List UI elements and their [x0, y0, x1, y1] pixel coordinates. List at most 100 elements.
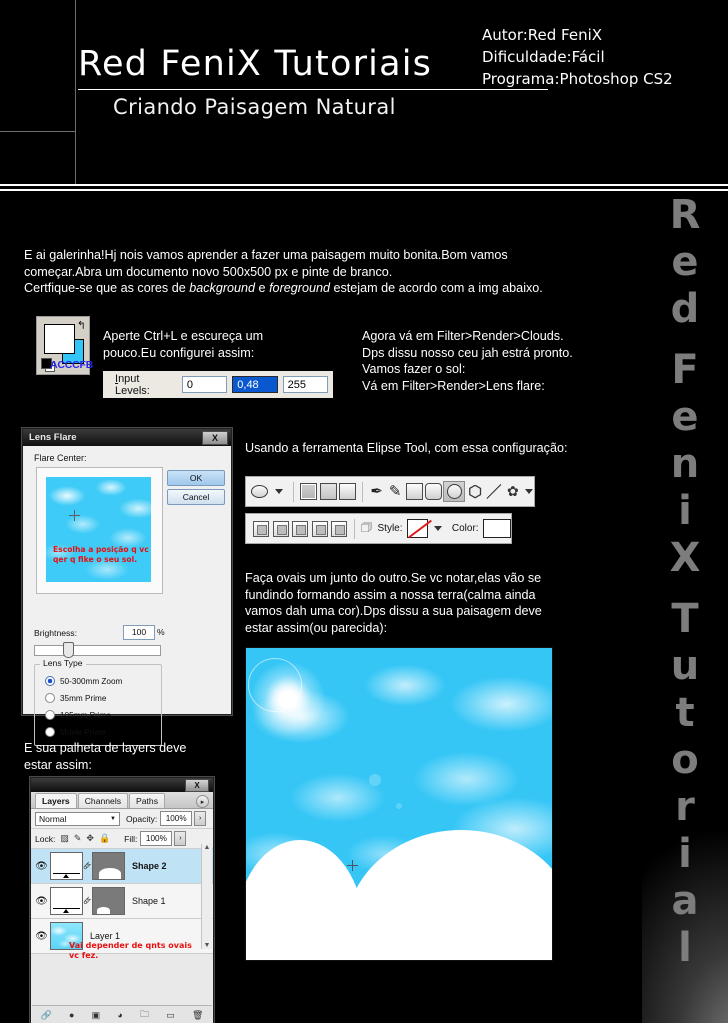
subtract-from-shape-button[interactable] [290, 514, 309, 543]
sidebar-letter-1: e [671, 239, 699, 285]
chevron-down-icon[interactable] [275, 489, 284, 494]
input-levels-label: Input Levels: [115, 373, 175, 397]
vector-mask-thumbnail[interactable] [92, 887, 125, 915]
clouds-line-3: Vamos fazer o sol: [362, 362, 466, 376]
lock-all-icon[interactable]: 🔒 [99, 833, 110, 844]
lock-transparent-pixels-icon[interactable]: ▨ [60, 833, 69, 844]
layer-style-fx-icon[interactable]: ● [69, 1010, 74, 1020]
intro-line-3: Certfique-se que as cores de background … [24, 280, 614, 297]
opacity-stepper[interactable]: › [194, 811, 207, 826]
layers-scrollbar[interactable]: ▲ ▼ [201, 844, 212, 949]
color-swatch-widget[interactable]: ↰ ACCCFB [36, 316, 93, 375]
palette-menu-icon[interactable]: ▸ [196, 795, 209, 808]
link-layers-icon[interactable]: 🔗 [41, 1010, 52, 1021]
custom-shape-tool-button[interactable]: ✿ [502, 477, 523, 506]
add-to-shape-button[interactable] [271, 514, 290, 543]
color-swatch-button[interactable] [482, 519, 511, 538]
line-tool-button[interactable] [485, 477, 503, 506]
shape-tool-preset-picker[interactable] [246, 477, 288, 506]
intersect-shape-button[interactable] [310, 514, 329, 543]
new-group-icon[interactable]: 🗀 [140, 1007, 149, 1023]
layer-thumbnail[interactable] [50, 852, 83, 880]
flare-center-frame[interactable]: Escolha a posição q vc qer q fike o seu … [36, 467, 163, 594]
radio-icon[interactable] [45, 727, 55, 737]
rounded-rect-tool-button[interactable] [424, 477, 443, 506]
lens-type-option-0[interactable]: 50-300mm Zoom [45, 676, 122, 686]
page-subtitle: Criando Paisagem Natural [113, 95, 396, 119]
pen-tool-button[interactable]: ✒ [368, 477, 386, 506]
eye-visibility-icon[interactable]: 👁 [33, 896, 50, 907]
adjustment-layer-icon[interactable]: ◕ [117, 1010, 122, 1020]
fill-pixels-icon [338, 483, 356, 500]
layer-link-icon[interactable]: 🜸 [83, 892, 92, 910]
radio-icon[interactable] [45, 710, 55, 720]
lock-position-icon[interactable]: ✥ [86, 833, 94, 844]
layer-style-button[interactable]: 🗇 [359, 514, 373, 543]
style-chevron-icon[interactable] [433, 526, 442, 531]
brightness-input[interactable]: 100 [123, 625, 155, 640]
lens-type-option-2[interactable]: 105mm Prime [45, 710, 111, 720]
shape-layer-button[interactable] [299, 477, 318, 506]
layer-row[interactable]: 👁 🜸 Shape 2 [31, 849, 213, 884]
lens-type-option-1[interactable]: 35mm Prime [45, 693, 106, 703]
freeform-pen-button[interactable]: ✎ [385, 477, 404, 506]
eye-visibility-icon[interactable]: 👁 [33, 861, 50, 872]
input-level-shadow[interactable]: 0 [181, 376, 228, 393]
flare-preview-image[interactable]: Escolha a posição q vc qer q fike o seu … [46, 477, 151, 582]
sidebar-letter-4: F [671, 347, 699, 393]
rectangle-tool-button[interactable] [405, 477, 424, 506]
new-shape-layer-button[interactable] [250, 514, 271, 543]
sidebar-letter-6: n [670, 441, 700, 487]
opacity-input[interactable]: 100% [160, 811, 193, 826]
layer-row[interactable]: 👁 🜸 Shape 1 [31, 884, 213, 919]
brightness-slider-handle[interactable] [63, 642, 74, 658]
new-layer-icon[interactable]: ▭ [166, 1010, 175, 1021]
polygon-tool-button[interactable] [465, 477, 484, 506]
exclude-shape-button[interactable] [329, 514, 348, 543]
vector-mask-thumbnail[interactable] [92, 852, 125, 880]
layer-link-icon[interactable]: 🜸 [83, 857, 92, 875]
input-level-highlight[interactable]: 255 [282, 376, 328, 393]
ellipse-tool-active-bg [443, 481, 466, 502]
flare-center-crosshair[interactable] [69, 510, 80, 521]
style-swatch[interactable] [406, 519, 428, 538]
delete-layer-icon[interactable]: 🗑 [192, 1010, 203, 1021]
sidebar-letter-10: T [671, 596, 699, 642]
close-icon[interactable]: X [202, 430, 228, 445]
input-level-midtone[interactable]: 0,48 [232, 376, 278, 393]
cancel-button[interactable]: Cancel [167, 489, 225, 505]
sidebar-letter-gap [642, 333, 728, 347]
foreground-color-swatch[interactable] [44, 324, 75, 354]
work-path-icon [319, 483, 337, 500]
intro-line-3-b: e [255, 281, 270, 295]
swap-colors-icon[interactable]: ↰ [77, 319, 86, 332]
fill-stepper[interactable]: › [174, 831, 187, 846]
lock-icons-group: ▨ ✎ ✥ 🔒 [60, 833, 110, 844]
radio-icon[interactable] [45, 693, 55, 703]
scroll-up-icon[interactable]: ▲ [202, 844, 212, 851]
tab-paths[interactable]: Paths [129, 793, 166, 808]
tab-layers[interactable]: Layers [35, 793, 77, 808]
title-underline [78, 89, 548, 90]
layer-thumbnail[interactable] [50, 887, 83, 915]
add-mask-icon[interactable]: ▣ [92, 1010, 101, 1021]
mask-shape [99, 868, 121, 879]
fill-pixels-button[interactable] [338, 477, 357, 506]
polygon-icon [469, 484, 482, 499]
fill-input[interactable]: 100% [140, 831, 173, 846]
lens-type-option-3[interactable]: Movie Prime [45, 727, 106, 737]
style-label: Style: [377, 523, 403, 534]
ok-button[interactable]: OK [167, 470, 225, 486]
close-icon-layers[interactable]: X [185, 778, 209, 792]
ovals-instruction: Faça ovais um junto do outro.Se vc notar… [245, 570, 595, 636]
eye-visibility-icon[interactable]: 👁 [33, 931, 50, 942]
scroll-down-icon[interactable]: ▼ [202, 942, 212, 949]
tab-channels[interactable]: Channels [77, 793, 129, 808]
brightness-slider-track[interactable] [34, 645, 161, 656]
blend-mode-select[interactable]: Normal ▼ [35, 811, 120, 826]
lock-image-pixels-icon[interactable]: ✎ [74, 833, 82, 844]
radio-icon[interactable] [45, 676, 55, 686]
ellipse-tool-button[interactable] [443, 477, 466, 506]
custom-shape-dropdown[interactable] [523, 477, 534, 506]
path-button[interactable] [318, 477, 337, 506]
